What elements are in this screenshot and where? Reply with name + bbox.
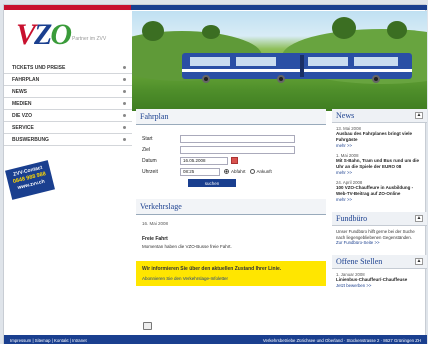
- news-more-link[interactable]: mehr >>: [336, 170, 423, 175]
- bullet-icon: [123, 126, 126, 129]
- bus-illustration: [182, 53, 412, 83]
- print-icon[interactable]: [143, 322, 152, 330]
- stellen-box: Offene Stellen ▲ 1. Januar 2008 Linienbus…: [332, 255, 427, 290]
- ziel-input[interactable]: [180, 145, 295, 154]
- bullet-icon: [123, 66, 126, 69]
- bullet-icon: [123, 102, 126, 105]
- sidebar-item-die-vzo[interactable]: DIE VZO: [4, 110, 132, 122]
- zvv-contact-badge[interactable]: ZVV-Contact 0848 988 988 www.zvv.ch: [5, 160, 55, 200]
- verkehrslage-heading: Verkehrslage: [136, 199, 326, 215]
- news-title[interactable]: Mit S-Bahn, Tram und Bus rund um die Uhr…: [336, 158, 423, 170]
- ziel-label: Ziel: [142, 146, 151, 153]
- sidebar-item-label: TICKETS UND PREISE: [12, 64, 66, 71]
- start-label: Start: [142, 135, 153, 142]
- fundbuero-link[interactable]: Zur Fundbüro-Seite >>: [336, 240, 423, 245]
- sidebar-item-label: DIE VZO: [12, 112, 33, 119]
- abfahrt-label: Abfahrt: [231, 169, 246, 174]
- sidebar-item-news[interactable]: NEWS: [4, 86, 132, 98]
- footer: Impressum | Sitemap | Kontakt | Intranet…: [4, 335, 427, 344]
- sidebar-item-label: NEWS: [12, 88, 27, 95]
- datum-input[interactable]: 16.05.2008: [180, 156, 228, 165]
- collapse-icon[interactable]: ▲: [415, 112, 423, 119]
- sidebar-item-label: FAHRPLAN: [12, 76, 40, 83]
- bullet-icon: [123, 78, 126, 81]
- footer-address: Verkehrsbetriebe Zürichsee und Oberland …: [262, 337, 421, 343]
- logo-tagline: Partner im ZVV: [72, 36, 107, 42]
- ankunft-radio[interactable]: [249, 169, 255, 174]
- logo-letter-z: Z: [34, 18, 52, 51]
- sidebar-item-medien[interactable]: MEDIEN: [4, 98, 132, 110]
- stellen-heading: Offene Stellen: [336, 257, 383, 266]
- collapse-icon[interactable]: ▲: [415, 215, 423, 222]
- news-item: 24. April 2008 100 VZO-Chauffeure in Aus…: [332, 177, 427, 204]
- news-more-link[interactable]: mehr >>: [336, 143, 423, 148]
- bullet-icon: [123, 138, 126, 141]
- search-button[interactable]: suchen: [188, 179, 236, 187]
- infoletter-link[interactable]: Abonnieren Sie den Verkehrslage-Infolett…: [142, 276, 320, 281]
- calendar-icon[interactable]: [231, 157, 238, 164]
- sidebar-item-buswerbung[interactable]: BUSWERBUNG: [4, 134, 132, 146]
- fahrplan-form: Start Ziel Datum 16.05.2008 Uhrzeit 08:25 A…: [136, 125, 326, 191]
- verkehrslage-item-title: Freie Fahrt: [142, 236, 168, 242]
- sidebar-item-label: SERVICE: [12, 124, 34, 131]
- bullet-icon: [123, 90, 126, 93]
- news-item: 1. Mai 2008 Mit S-Bahn, Tram und Bus run…: [332, 150, 427, 177]
- uhrzeit-label: Uhrzeit: [142, 168, 158, 175]
- start-input[interactable]: [180, 134, 295, 143]
- news-title[interactable]: Ausbau des Fahrplanes bringt viele Fahrg…: [336, 131, 423, 143]
- footer-links[interactable]: Impressum | Sitemap | Kontakt | Intranet: [10, 338, 87, 343]
- right-column: News ▲ 13. Mai 2008 Ausbau des Fahrplanes…: [332, 109, 427, 298]
- fundbuero-text: Unser Fundbüro hilft gerne bei der Suche…: [336, 229, 415, 240]
- fundbuero-box: Fundbüro ▲ Unser Fundbüro hilft gerne bei…: [332, 212, 427, 247]
- bullet-icon: [123, 114, 126, 117]
- verkehrslage-item-text: Momentan haben die VZO-Busse freie Fahrt…: [142, 244, 232, 249]
- verkehrslage-section: Verkehrslage 16. Mai 2008 Freie Fahrt Mo…: [136, 199, 326, 255]
- news-item: 13. Mai 2008 Ausbau des Fahrplanes bring…: [332, 123, 427, 150]
- main-content: Fahrplan Start Ziel Datum 16.05.2008 Uhrz…: [136, 109, 326, 286]
- news-heading: News: [336, 111, 355, 120]
- news-title[interactable]: 100 VZO-Chauffeure in Ausbildung - Web-T…: [336, 185, 423, 197]
- sidebar-item-service[interactable]: SERVICE: [4, 122, 132, 134]
- page: VZO Partner im ZVV TICKETS UND PREISE FA…: [3, 4, 427, 344]
- sidebar-item-label: MEDIEN: [12, 100, 32, 107]
- stellen-link[interactable]: Jetzt bewerben >>: [336, 283, 423, 288]
- fahrplan-heading: Fahrplan: [136, 109, 326, 125]
- notice-text: Wir informieren Sie über den aktuellen Z…: [142, 266, 282, 272]
- news-box: News ▲ 13. Mai 2008 Ausbau des Fahrplanes…: [332, 109, 427, 204]
- sidebar-item-tickets[interactable]: TICKETS UND PREISE: [4, 62, 132, 74]
- fundbuero-heading: Fundbüro: [336, 214, 368, 223]
- vzo-logo[interactable]: VZO Partner im ZVV: [12, 18, 132, 58]
- logo-letter-v: V: [16, 18, 36, 51]
- collapse-icon[interactable]: ▲: [415, 258, 423, 265]
- infoletter-notice: Wir informieren Sie über den aktuellen Z…: [136, 261, 326, 286]
- logo-letter-o: O: [50, 18, 72, 51]
- verkehrslage-date: 16. Mai 2008: [142, 221, 169, 226]
- abfahrt-radio[interactable]: [224, 169, 229, 174]
- news-more-link[interactable]: mehr >>: [336, 197, 423, 202]
- sidebar-item-fahrplan[interactable]: FAHRPLAN: [4, 74, 132, 86]
- datum-label: Datum: [142, 157, 157, 164]
- sidebar-nav: TICKETS UND PREISE FAHRPLAN NEWS MEDIEN …: [4, 62, 132, 146]
- ankunft-label: Ankunft: [256, 169, 272, 174]
- sidebar-item-label: BUSWERBUNG: [12, 136, 49, 143]
- hero-image: [132, 11, 427, 111]
- uhrzeit-input[interactable]: 08:25: [180, 167, 220, 176]
- logo-mark: VZO: [16, 18, 72, 52]
- top-stripe: [4, 5, 427, 10]
